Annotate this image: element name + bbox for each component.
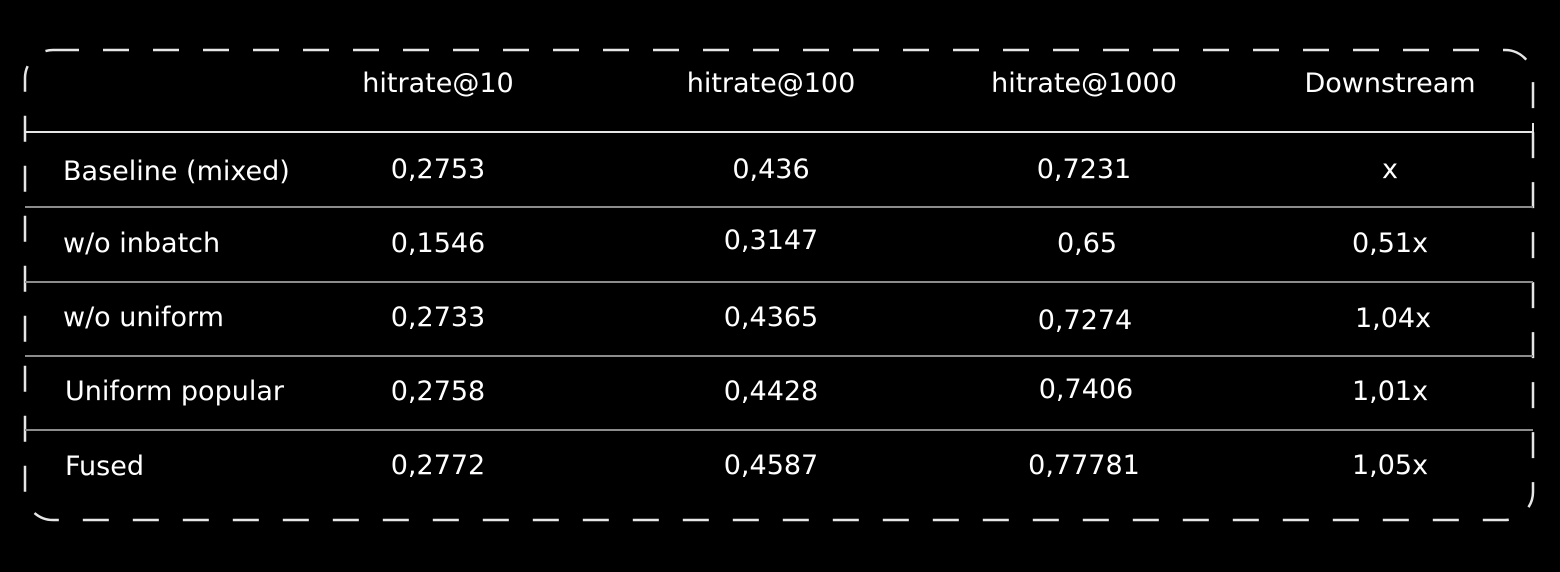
table-cell: 1,01x [1351,376,1429,407]
row-label: Uniform popular [65,376,284,407]
table-cell: 1,05x [1351,450,1429,481]
table-cell: 0,2758 [390,376,486,407]
table-cell: 0,65 [1056,228,1118,259]
table-cell: 0,7274 [1037,305,1133,336]
table-cell: 1,04x [1354,303,1432,334]
row-label: w/o uniform [63,302,224,333]
table-cell: 0,4587 [723,450,819,481]
table-cell: 0,2772 [390,450,486,481]
column-header-hitrate-10: hitrate@10 [362,68,514,99]
row-label: Baseline (mixed) [63,156,290,187]
row-label: w/o inbatch [63,228,221,259]
table-cell: 0,4428 [723,376,819,407]
table-cell: x [1382,154,1398,185]
row-label: Fused [65,451,144,482]
column-header-hitrate-1000: hitrate@1000 [991,68,1177,99]
table-cell: 0,2753 [390,154,486,185]
table-cell: 0,4365 [723,302,819,333]
table-cell: 0,7231 [1036,154,1132,185]
table-cell: 0,2733 [390,302,486,333]
table-cell: 0,3147 [723,225,819,256]
table-cell: 0,51x [1351,228,1429,259]
table-cell: 0,1546 [390,228,486,259]
column-header-hitrate-100: hitrate@100 [686,68,856,99]
table-cell: 0,436 [732,154,810,185]
table-cell: 0,7406 [1038,374,1134,405]
table-cell: 0,77781 [1028,450,1140,481]
column-header-downstream: Downstream [1304,68,1476,99]
